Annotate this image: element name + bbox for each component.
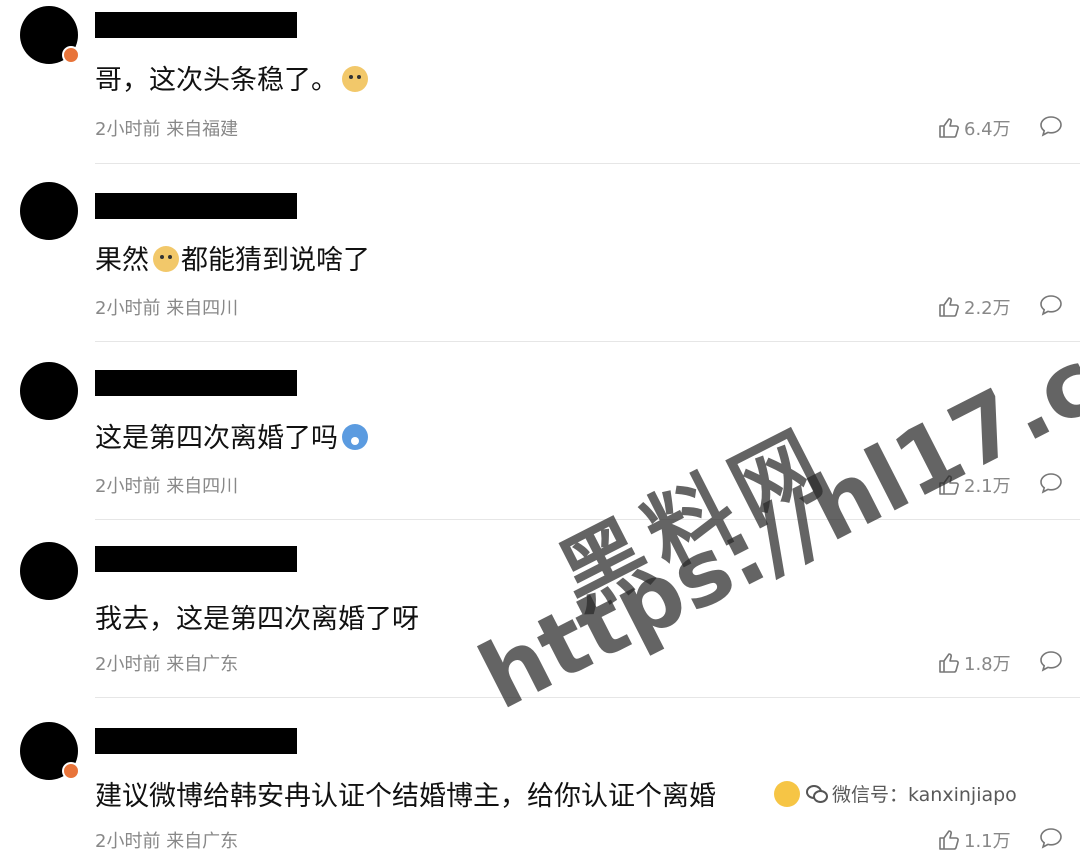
username-redacted[interactable] <box>95 546 297 572</box>
avatar-badge <box>62 46 80 64</box>
comment-text: 这是第四次离婚了吗 <box>95 416 370 455</box>
comment-bubble-icon <box>1040 651 1062 672</box>
doge-emoji-icon <box>153 246 179 272</box>
avatar[interactable] <box>20 182 78 240</box>
username-redacted[interactable] <box>95 728 297 754</box>
wechat-icon <box>806 784 828 803</box>
comment-meta: 2小时前 来自四川 <box>95 294 238 320</box>
thumbs-up-icon <box>939 118 959 138</box>
comment-meta: 2小时前 来自广东 <box>95 827 238 853</box>
username-redacted[interactable] <box>95 370 297 396</box>
avatar[interactable] <box>20 542 78 600</box>
reply-button[interactable] <box>1039 294 1063 320</box>
comment-time: 2小时前 <box>95 119 161 140</box>
comment-text: 我去，这是第四次离婚了呀 <box>95 604 419 635</box>
avatar[interactable] <box>20 362 78 420</box>
comment-bubble-icon <box>1040 116 1062 137</box>
thumbs-up-icon <box>939 830 959 850</box>
comment-source: 来自四川 <box>166 476 239 497</box>
comment-source: 来自福建 <box>166 119 239 140</box>
comment-time: 2小时前 <box>95 476 161 497</box>
thumbs-up-icon <box>939 297 959 317</box>
comment-meta: 2小时前 来自广东 <box>95 650 238 676</box>
comment-text: 建议微博给韩安冉认证个结婚博主，给你认证个离婚 <box>95 781 716 812</box>
like-count: 6.4万 <box>964 119 1011 140</box>
divider <box>95 163 1080 164</box>
divider <box>95 341 1080 342</box>
doge-emoji-icon <box>342 66 368 92</box>
reply-button[interactable] <box>1039 650 1063 676</box>
shocked-emoji-icon <box>342 424 368 450</box>
laugh-emoji-icon <box>774 780 800 807</box>
avatar-badge <box>62 762 80 780</box>
wechat-watermark: 微信号：kanxinjiapo <box>770 780 1017 807</box>
comment-time: 2小时前 <box>95 831 161 852</box>
like-button[interactable]: 1.8万 <box>938 650 1011 676</box>
like-count: 1.8万 <box>964 654 1011 675</box>
username-redacted[interactable] <box>95 193 297 219</box>
divider <box>95 697 1080 698</box>
like-count: 2.2万 <box>964 298 1011 319</box>
comment-time: 2小时前 <box>95 654 161 675</box>
comment-source: 来自四川 <box>166 298 239 319</box>
comment-text: 哥，这次头条稳了。 <box>95 58 370 97</box>
comment-bubble-icon <box>1040 295 1062 316</box>
comment-source: 来自广东 <box>166 831 239 852</box>
comment-meta: 2小时前 来自福建 <box>95 115 238 141</box>
comment-bubble-icon <box>1040 828 1062 849</box>
comment-meta: 2小时前 来自四川 <box>95 472 238 498</box>
username-redacted[interactable] <box>95 12 297 38</box>
reply-button[interactable] <box>1039 827 1063 853</box>
reply-button[interactable] <box>1039 115 1063 141</box>
reply-button[interactable] <box>1039 472 1063 498</box>
comment-time: 2小时前 <box>95 298 161 319</box>
comment-source: 来自广东 <box>166 654 239 675</box>
comment-bubble-icon <box>1040 473 1062 494</box>
like-count: 1.1万 <box>964 831 1011 852</box>
like-button[interactable]: 2.2万 <box>938 294 1011 320</box>
thumbs-up-icon <box>939 653 959 673</box>
like-button[interactable]: 1.1万 <box>938 827 1011 853</box>
like-button[interactable]: 6.4万 <box>938 115 1011 141</box>
comment-text: 果然 都能猜到说啥了 <box>95 245 370 276</box>
